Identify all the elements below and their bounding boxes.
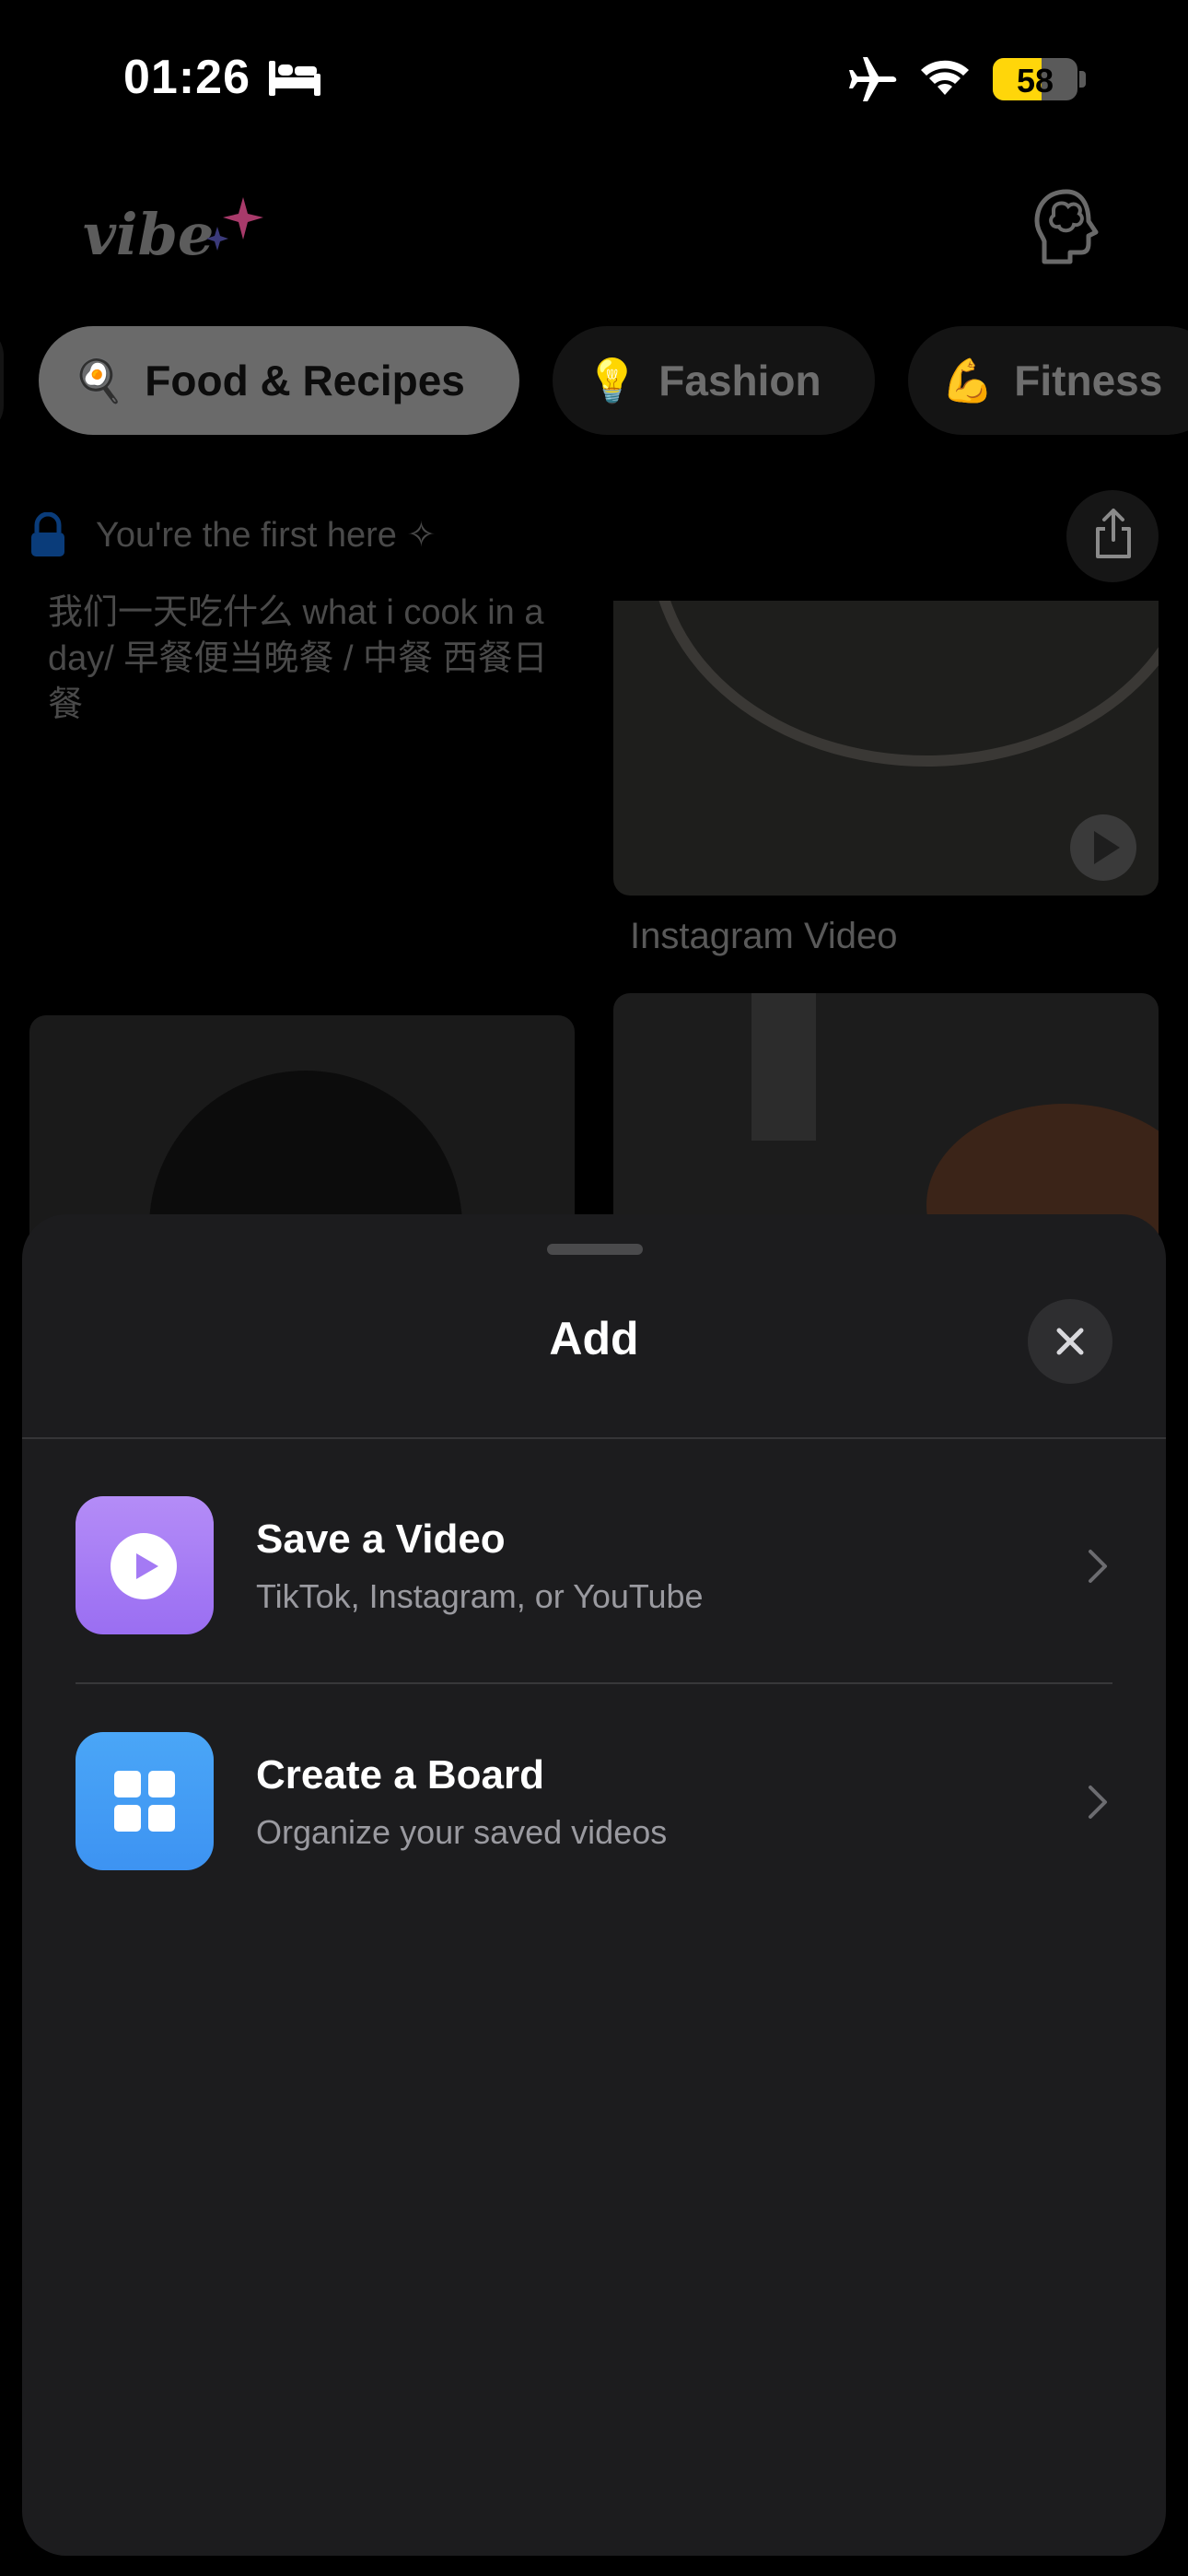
chevron-right-icon[interactable] [1087, 1784, 1109, 1821]
play-circle-icon [111, 1533, 177, 1599]
airplane-icon [849, 57, 897, 101]
category-chip-label: Fashion [658, 357, 821, 404]
bed-icon [269, 61, 320, 96]
grid-icon [114, 1771, 175, 1832]
brain-head-icon[interactable] [1031, 188, 1101, 265]
save-video-title[interactable]: Save a Video [256, 1516, 506, 1563]
flexed-bicep-icon: 💪 [941, 356, 995, 404]
app-logo: vibe [83, 201, 215, 268]
battery-percent: 58 [1016, 62, 1054, 100]
save-video-subtitle: TikTok, Instagram, or YouTube [256, 1577, 704, 1615]
lock-icon [31, 512, 64, 556]
option-divider [76, 1682, 1112, 1684]
light-streak [751, 993, 816, 1141]
wifi-icon [921, 60, 969, 95]
add-sheet [22, 1214, 1166, 2556]
close-icon [1056, 1328, 1084, 1355]
battery-indicator: 58 [993, 58, 1077, 100]
plate-image [650, 601, 1159, 767]
play-triangle-icon [1094, 831, 1120, 864]
chevron-right-icon[interactable] [1087, 1548, 1109, 1585]
video-card-caption[interactable]: Instagram Video [630, 916, 898, 957]
category-chip-label: Fitness [1014, 357, 1163, 404]
feed-status-text: You're the first here ✧ [96, 516, 437, 555]
category-chip-fashion[interactable]: 💡 Fashion [553, 326, 875, 435]
frying-pan-icon: 🍳 [72, 356, 125, 404]
category-chip-label: Food & Recipes [145, 357, 465, 404]
sheet-title: Add [549, 1313, 639, 1364]
sheet-grabber[interactable] [547, 1244, 643, 1255]
share-icon [1096, 509, 1131, 558]
sheet-divider [22, 1437, 1166, 1439]
category-chip-offscreen[interactable] [0, 326, 4, 435]
create-board-subtitle: Organize your saved videos [256, 1813, 668, 1851]
battery-cap [1079, 71, 1086, 88]
video-card-caption[interactable]: 我们一天吃什么 what i cook in a day/ 早餐便当晚餐 / 中… [48, 590, 564, 728]
sparkle-icon [206, 197, 263, 251]
category-chip-food[interactable]: 🍳 Food & Recipes [39, 326, 519, 435]
lightbulb-icon: 💡 [586, 356, 639, 404]
status-time: 01:26 [123, 51, 250, 104]
create-board-title[interactable]: Create a Board [256, 1752, 544, 1798]
category-chip-fitness[interactable]: 💪 Fitness [908, 326, 1188, 435]
category-chips: 🍳 Food & Recipes 💡 Fashion 💪 Fitness [0, 326, 1188, 435]
